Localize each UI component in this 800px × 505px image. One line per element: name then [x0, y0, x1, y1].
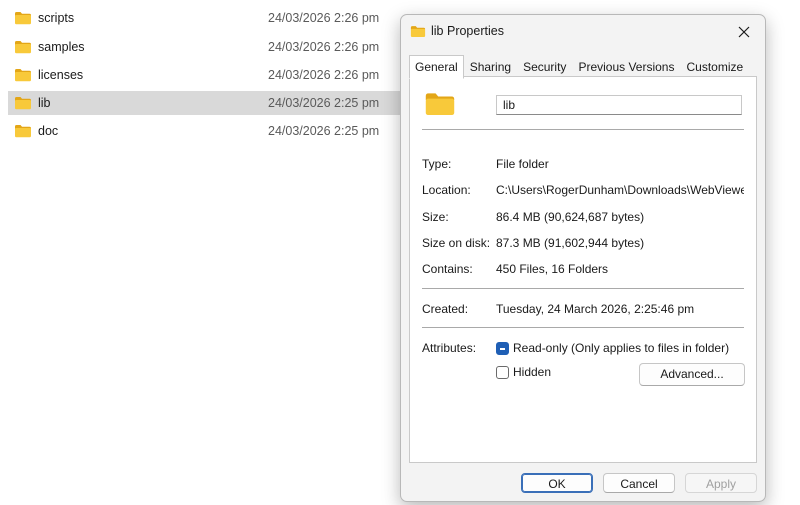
dialog-titlebar[interactable]: lib Properties [401, 15, 765, 49]
type-value: File folder [496, 157, 549, 171]
folder-icon [14, 11, 32, 25]
file-modified: 24/03/2026 2:26 pm [268, 11, 380, 25]
size-on-disk-value: 87.3 MB (91,602,944 bytes) [496, 236, 645, 250]
folder-icon [14, 68, 32, 82]
size-label: Size: [422, 210, 449, 224]
tab-sharing[interactable]: Sharing [464, 56, 517, 77]
divider [422, 129, 744, 130]
file-row-samples[interactable]: samples 24/03/2026 2:26 pm [8, 35, 400, 59]
divider [422, 288, 744, 289]
readonly-label[interactable]: Read-only (Only applies to files in fold… [513, 341, 729, 355]
file-modified: 24/03/2026 2:26 pm [268, 40, 380, 54]
type-label: Type: [422, 157, 452, 171]
file-name: licenses [38, 68, 84, 82]
file-modified: 24/03/2026 2:25 pm [268, 124, 380, 138]
folder-name-input[interactable] [496, 95, 742, 115]
folder-icon [410, 25, 426, 41]
attributes-label: Attributes: [422, 341, 477, 355]
size-value: 86.4 MB (90,624,687 bytes) [496, 210, 645, 224]
file-name: samples [38, 40, 85, 54]
tab-bar: General Sharing Security Previous Versio… [409, 55, 749, 79]
file-row-doc[interactable]: doc 24/03/2026 2:25 pm [8, 119, 400, 143]
contains-value: 450 Files, 16 Folders [496, 262, 609, 276]
tab-customize[interactable]: Customize [680, 56, 749, 77]
tab-security[interactable]: Security [517, 56, 572, 77]
close-button[interactable] [729, 19, 759, 45]
ok-button[interactable]: OK [521, 473, 593, 493]
file-modified: 24/03/2026 2:25 pm [268, 96, 380, 110]
tab-previous-versions[interactable]: Previous Versions [572, 56, 680, 77]
file-name: doc [38, 124, 59, 138]
contains-label: Contains: [422, 262, 473, 276]
advanced-button[interactable]: Advanced... [639, 363, 745, 386]
location-label: Location: [422, 183, 471, 197]
dialog-title: lib Properties [431, 24, 504, 38]
readonly-checkbox[interactable] [496, 342, 509, 355]
apply-button[interactable]: Apply [685, 473, 757, 493]
close-icon [738, 26, 750, 38]
size-on-disk-label: Size on disk: [422, 236, 491, 250]
created-value: Tuesday, 24 March 2026, 2:25:46 pm [496, 302, 695, 316]
location-value: C:\Users\RogerDunham\Downloads\WebViewer… [496, 183, 744, 197]
hidden-label[interactable]: Hidden [513, 365, 551, 379]
folder-icon [14, 124, 32, 138]
cancel-button[interactable]: Cancel [603, 473, 675, 493]
created-label: Created: [422, 302, 469, 316]
file-modified: 24/03/2026 2:26 pm [268, 68, 380, 82]
hidden-checkbox[interactable] [496, 366, 509, 379]
file-row-licenses[interactable]: licenses 24/03/2026 2:26 pm [8, 63, 400, 87]
folder-icon [424, 91, 456, 120]
file-row-lib[interactable]: lib 24/03/2026 2:25 pm [8, 91, 400, 115]
divider [422, 327, 744, 328]
general-panel: Type: File folder Location: C:\Users\Rog… [409, 76, 757, 463]
folder-icon [14, 96, 32, 110]
tab-general[interactable]: General [409, 55, 464, 79]
folder-icon [14, 40, 32, 54]
file-name: scripts [38, 11, 75, 25]
file-name: lib [38, 96, 51, 110]
file-row-scripts[interactable]: scripts 24/03/2026 2:26 pm [8, 6, 400, 30]
properties-dialog: lib Properties General Sharing Security … [400, 14, 766, 502]
